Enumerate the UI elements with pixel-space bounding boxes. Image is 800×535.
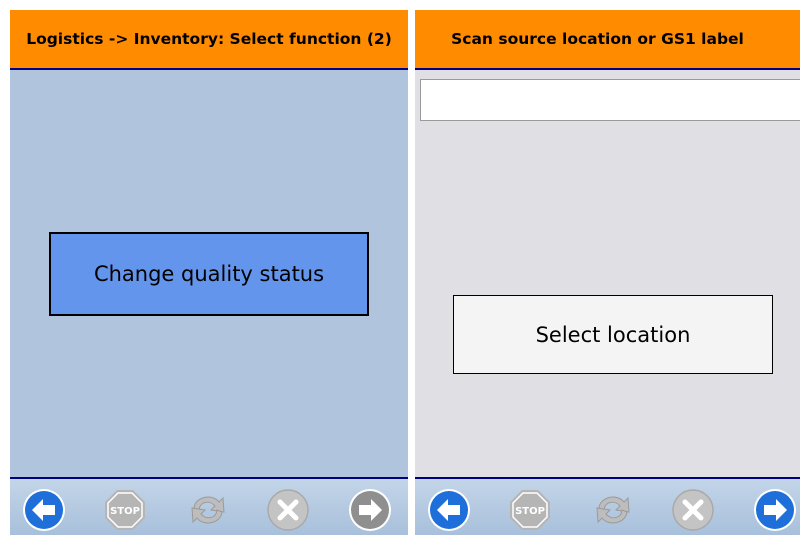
page-title: Logistics -> Inventory: Select function …	[10, 10, 408, 70]
cancel-x-icon	[266, 488, 310, 532]
stop-icon: STOP	[508, 488, 552, 532]
back-arrow-icon[interactable]	[22, 488, 66, 532]
next-arrow-icon	[348, 488, 392, 532]
next-arrow-icon[interactable]	[753, 488, 797, 532]
nav-toolbar: STOP	[415, 477, 800, 535]
scan-input[interactable]	[420, 79, 800, 121]
back-arrow-icon[interactable]	[427, 488, 471, 532]
page-title: Scan source location or GS1 label	[415, 10, 800, 70]
stop-label: STOP	[110, 506, 140, 517]
scan-location-screen: Scan source location or GS1 label Select…	[415, 10, 800, 535]
cancel-x-icon	[671, 488, 715, 532]
nav-toolbar: STOP	[10, 477, 408, 535]
refresh-icon	[186, 488, 230, 532]
stop-icon: STOP	[103, 488, 147, 532]
stop-label: STOP	[515, 506, 545, 517]
refresh-icon	[591, 488, 635, 532]
change-quality-status-button[interactable]: Change quality status	[49, 232, 369, 316]
function-select-screen: Logistics -> Inventory: Select function …	[10, 10, 408, 535]
select-location-button[interactable]: Select location	[453, 295, 773, 374]
